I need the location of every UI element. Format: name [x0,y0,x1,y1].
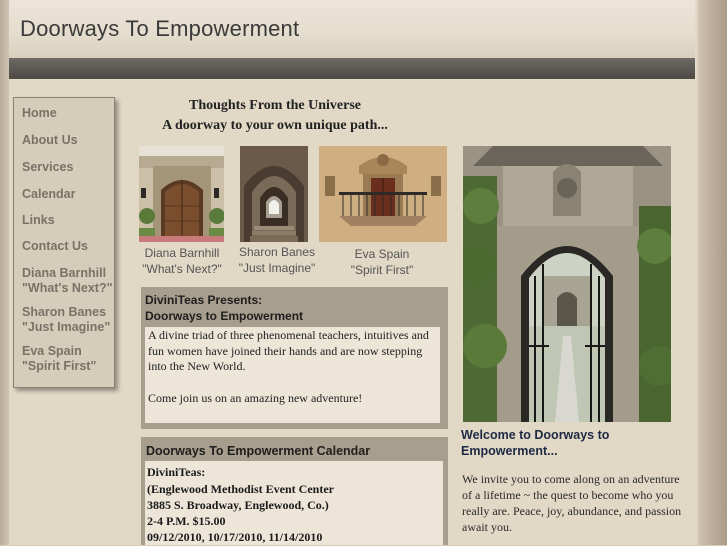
intro-title-line1: DiviniTeas Presents: [145,293,263,307]
nav-item-home[interactable]: Home [22,106,57,121]
welcome-body: We invite you to come along on an advent… [462,472,682,534]
teacher-caption-sharon: Sharon Banes "Just Imagine" [228,244,326,276]
iron-gate-photo [463,146,671,422]
nav-item-links[interactable]: Links [22,213,55,228]
teacher-caption-diana: Diana Barnhill "What's Next?" [132,245,232,277]
header-bar [9,58,695,79]
calendar-panel: Doorways To Empowerment Calendar DiviniT… [141,437,448,545]
eva-spain-balcony-photo[interactable] [319,146,447,242]
nav-item-diana-barnhill[interactable]: Diana Barnhill "What's Next?" [22,266,113,296]
intro-panel-body: A divine triad of three phenomenal teach… [145,327,440,423]
calendar-line: (Englewood Methodist Event Center [147,482,334,496]
welcome-heading-line1: Welcome to Doorways to [461,428,610,442]
nav-item-services[interactable]: Services [22,160,73,175]
teacher-name: Diana Barnhill [144,246,220,260]
calendar-panel-title: Doorways To Empowerment Calendar [146,444,371,458]
calendar-line: DiviniTeas: [147,465,206,479]
nav-item-contact-us[interactable]: Contact Us [22,239,88,254]
diana-barnhill-door-photo[interactable] [139,146,224,242]
intro-title-line2: Doorways to Empowerment [145,309,304,323]
intro-paragraph-1: A divine triad of three phenomenal teach… [148,328,429,373]
calendar-line: 3885 S. Broadway, Englewood, Co.) [147,498,329,512]
nav-item-label: Eva Spain [22,344,82,358]
welcome-heading: Welcome to Doorways to Empowerment... [461,427,681,459]
tagline-heading: Thoughts From the Universe [188,98,362,113]
nav-item-label: Sharon Banes [22,305,107,319]
welcome-heading-line2: Empowerment... [461,444,558,458]
nav-item-sharon-banes[interactable]: Sharon Banes "Just Imagine" [22,305,110,335]
nav-item-calendar[interactable]: Calendar [22,187,76,202]
calendar-line: 2-4 P.M. $15.00 [147,514,226,528]
teacher-motto: "Spirit First" [350,263,414,277]
teacher-name: Eva Spain [354,247,410,261]
intro-paragraph-2: Come join us on an amazing new adventure… [148,391,363,405]
intro-panel: DiviniTeas Presents: Doorways to Empower… [141,287,448,429]
teacher-motto: "What's Next?" [142,262,222,276]
teacher-caption-eva: Eva Spain "Spirit First" [328,246,436,278]
intro-panel-title: DiviniTeas Presents: Doorways to Empower… [145,292,303,324]
nav-item-sub: "Just Imagine" [22,320,111,334]
nav-item-sub: "Spirit First" [22,359,97,373]
site-title: Doorways To Empowerment [20,16,300,41]
teacher-motto: "Just Imagine" [238,261,316,275]
site-header: Doorways To Empowerment [9,0,695,58]
teacher-name: Sharon Banes [238,245,316,259]
tagline-subheading: A doorway to your own unique path... [162,118,388,133]
calendar-line: 09/12/2010, 10/17/2010, 11/14/2010 [147,530,323,544]
nav-item-about-us[interactable]: About Us [22,133,78,148]
nav-item-sub: "What's Next?" [22,281,113,295]
nav-item-label: Diana Barnhill [22,266,107,280]
sidebar-nav: Home About Us Services Calendar Links Co… [13,97,115,388]
calendar-panel-body: DiviniTeas: (Englewood Methodist Event C… [145,461,443,545]
sharon-banes-tunnel-photo[interactable] [240,146,308,242]
nav-item-eva-spain[interactable]: Eva Spain "Spirit First" [22,344,96,374]
